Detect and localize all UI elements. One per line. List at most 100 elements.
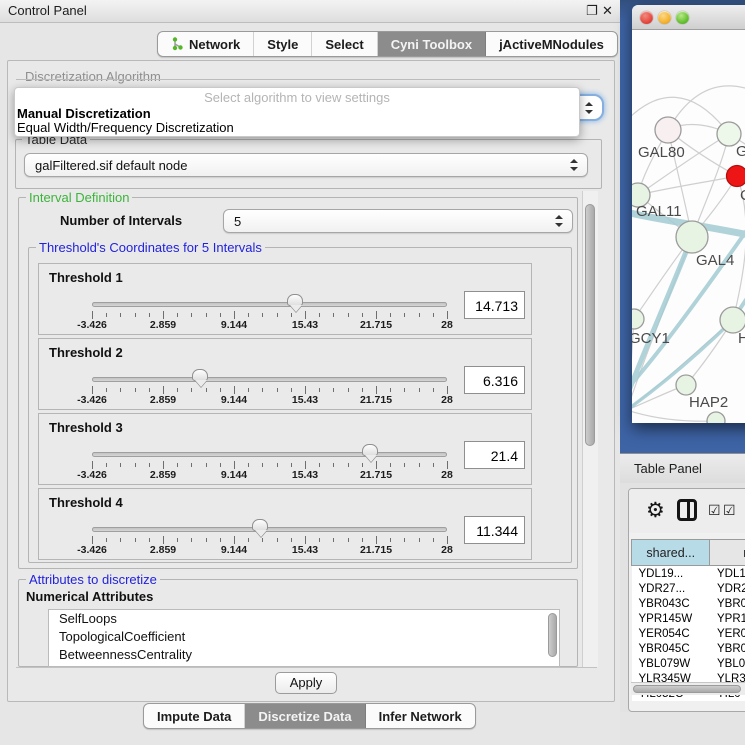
column-header-name[interactable]: na [710,540,745,566]
checkbox-icon[interactable]: ☑ [708,503,721,517]
slider-tick-label: 15.43 [292,544,318,556]
threshold-1-slider-thumb[interactable] [287,294,303,306]
threshold-4-slider-track[interactable] [92,527,447,532]
hscrollbar-thumb[interactable] [633,685,741,693]
node-gal4[interactable] [676,221,708,253]
zoom-traffic-light-icon[interactable] [676,11,689,24]
table-row[interactable]: YER054CYER0 [632,626,745,641]
table-cell[interactable]: YDR2 [710,581,745,596]
table-row[interactable]: YBR043CYBR0 [632,596,745,611]
slider-tick [319,388,320,392]
table-cell[interactable]: YER054C [632,626,710,641]
dropdown-option-manual-discretization[interactable]: Manual Discretization [17,106,151,121]
tab-cyni-toolbox[interactable]: Cyni Toolbox [378,32,486,56]
threshold-1-slider-track[interactable] [92,302,447,307]
threshold-4-value-field[interactable]: 11.344 [464,516,525,544]
attribute-list-item[interactable]: TopologicalCoefficient [49,628,559,646]
slider-tick-label: 15.43 [292,319,318,331]
slider-tick [206,538,207,542]
close-icon[interactable]: ✕ [602,3,613,19]
column-layout-icon[interactable] [677,499,697,521]
close-traffic-light-icon[interactable] [640,11,653,24]
network-canvas[interactable]: GAL80 GA C GAL11 GAL4 GCY1 H HAP2 [632,30,745,423]
slider-tick-label: 2.859 [150,319,176,331]
threshold-4-label: Threshold 4 [49,495,123,510]
tab-discretize-data[interactable]: Discretize Data [245,704,365,728]
node-label-gcy1: GCY1 [632,330,670,347]
table-cell[interactable]: YBL0 [710,656,745,671]
slider-tick [319,538,320,542]
top-tabbar: Network Style Select Cyni Toolbox jActiv… [157,31,618,57]
slider-tick [206,388,207,392]
dropdown-placeholder: Select algorithm to view settings [15,90,579,105]
slider-tick [220,388,221,392]
threshold-3-slider-track[interactable] [92,452,447,457]
panel-vertical-scrollbar[interactable] [582,191,598,667]
slider-tick [433,388,434,392]
tab-infer-network[interactable]: Infer Network [366,704,475,728]
table-row[interactable]: YBR045CYBR0 [632,641,745,656]
slider-tick-label: 28 [441,394,453,406]
tab-network[interactable]: Network [158,32,254,56]
combo-stepper-icon [554,215,563,227]
table-row[interactable]: YDR27...YDR2 [632,581,745,596]
slider-tick [277,463,278,467]
node-hap2[interactable] [676,375,696,395]
dropdown-option-equal-width[interactable]: Equal Width/Frequency Discretization [17,120,234,135]
numerical-attributes-list[interactable]: SelfLoopsTopologicalCoefficientBetweenne… [48,609,560,667]
slider-tick [348,313,349,317]
panel-scrollbar-thumb[interactable] [585,204,595,446]
gear-icon[interactable]: ⚙ [646,500,665,521]
tab-style[interactable]: Style [254,32,312,56]
tab-impute-data[interactable]: Impute Data [144,704,245,728]
node-gcy1[interactable] [632,309,644,329]
table-cell[interactable]: YDL1 [710,566,745,582]
table-row[interactable]: YDL19...YDL1 [632,566,745,582]
threshold-2-slider-track[interactable] [92,377,447,382]
table-horizontal-scrollbar[interactable] [631,682,745,695]
table-data-combobox[interactable]: galFiltered.sif default node [24,153,588,177]
table-cell[interactable]: YDR27... [632,581,710,596]
attribute-list-item[interactable]: BetweennessCentrality [49,646,559,664]
slider-tick [433,538,434,542]
apply-button[interactable]: Apply [275,672,337,694]
node-red-selected[interactable] [727,166,745,187]
table-cell[interactable]: YDL19... [632,566,710,582]
threshold-1-value-field[interactable]: 14.713 [464,291,525,319]
table-cell[interactable]: YBL079W [632,656,710,671]
table-cell[interactable]: YBR043C [632,596,710,611]
attributes-scrollbar-thumb[interactable] [548,613,557,657]
table-row[interactable]: YBL079WYBL0 [632,656,745,671]
minimize-traffic-light-icon[interactable] [658,11,671,24]
table-cell[interactable]: YBR0 [710,641,745,656]
checkbox-icon[interactable]: ☑ [723,503,736,517]
table-row[interactable]: YPR145WYPR1 [632,611,745,626]
slider-tick [220,538,221,542]
threshold-3-card: Threshold 3 -3.4262.8599.14415.4321.7152… [38,413,532,485]
tab-jactivemnodules[interactable]: jActiveMNodules [486,32,617,56]
slider-tick-label: -3.426 [77,394,107,406]
threshold-4-slider-thumb[interactable] [252,519,268,531]
threshold-3-slider-thumb[interactable] [362,444,378,456]
control-panel-titlebar: Control Panel ❐ ✕ [0,0,620,23]
table-cell[interactable]: YER0 [710,626,745,641]
column-header-shared-name[interactable]: shared... [632,540,710,566]
network-icon [171,37,184,51]
network-view-window[interactable]: GAL80 GA C GAL11 GAL4 GCY1 H HAP2 [632,5,745,423]
network-window-titlebar[interactable] [632,5,745,30]
threshold-2-slider-thumb[interactable] [192,369,208,381]
table-cell[interactable]: YBR045C [632,641,710,656]
table-cell[interactable]: YPR145W [632,611,710,626]
node-gal80[interactable] [655,117,681,143]
node-bottom-partial[interactable] [707,412,725,423]
slider-tick [177,463,178,467]
tab-select[interactable]: Select [312,32,377,56]
number-of-intervals-combobox[interactable]: 5 [223,209,573,233]
slider-tick [120,463,121,467]
table-cell[interactable]: YPR1 [710,611,745,626]
threshold-2-value-field[interactable]: 6.316 [464,366,525,394]
float-window-icon[interactable]: ❐ [586,3,598,19]
table-cell[interactable]: YBR0 [710,596,745,611]
attribute-list-item[interactable]: SelfLoops [49,610,559,628]
threshold-3-value-field[interactable]: 21.4 [464,441,525,469]
